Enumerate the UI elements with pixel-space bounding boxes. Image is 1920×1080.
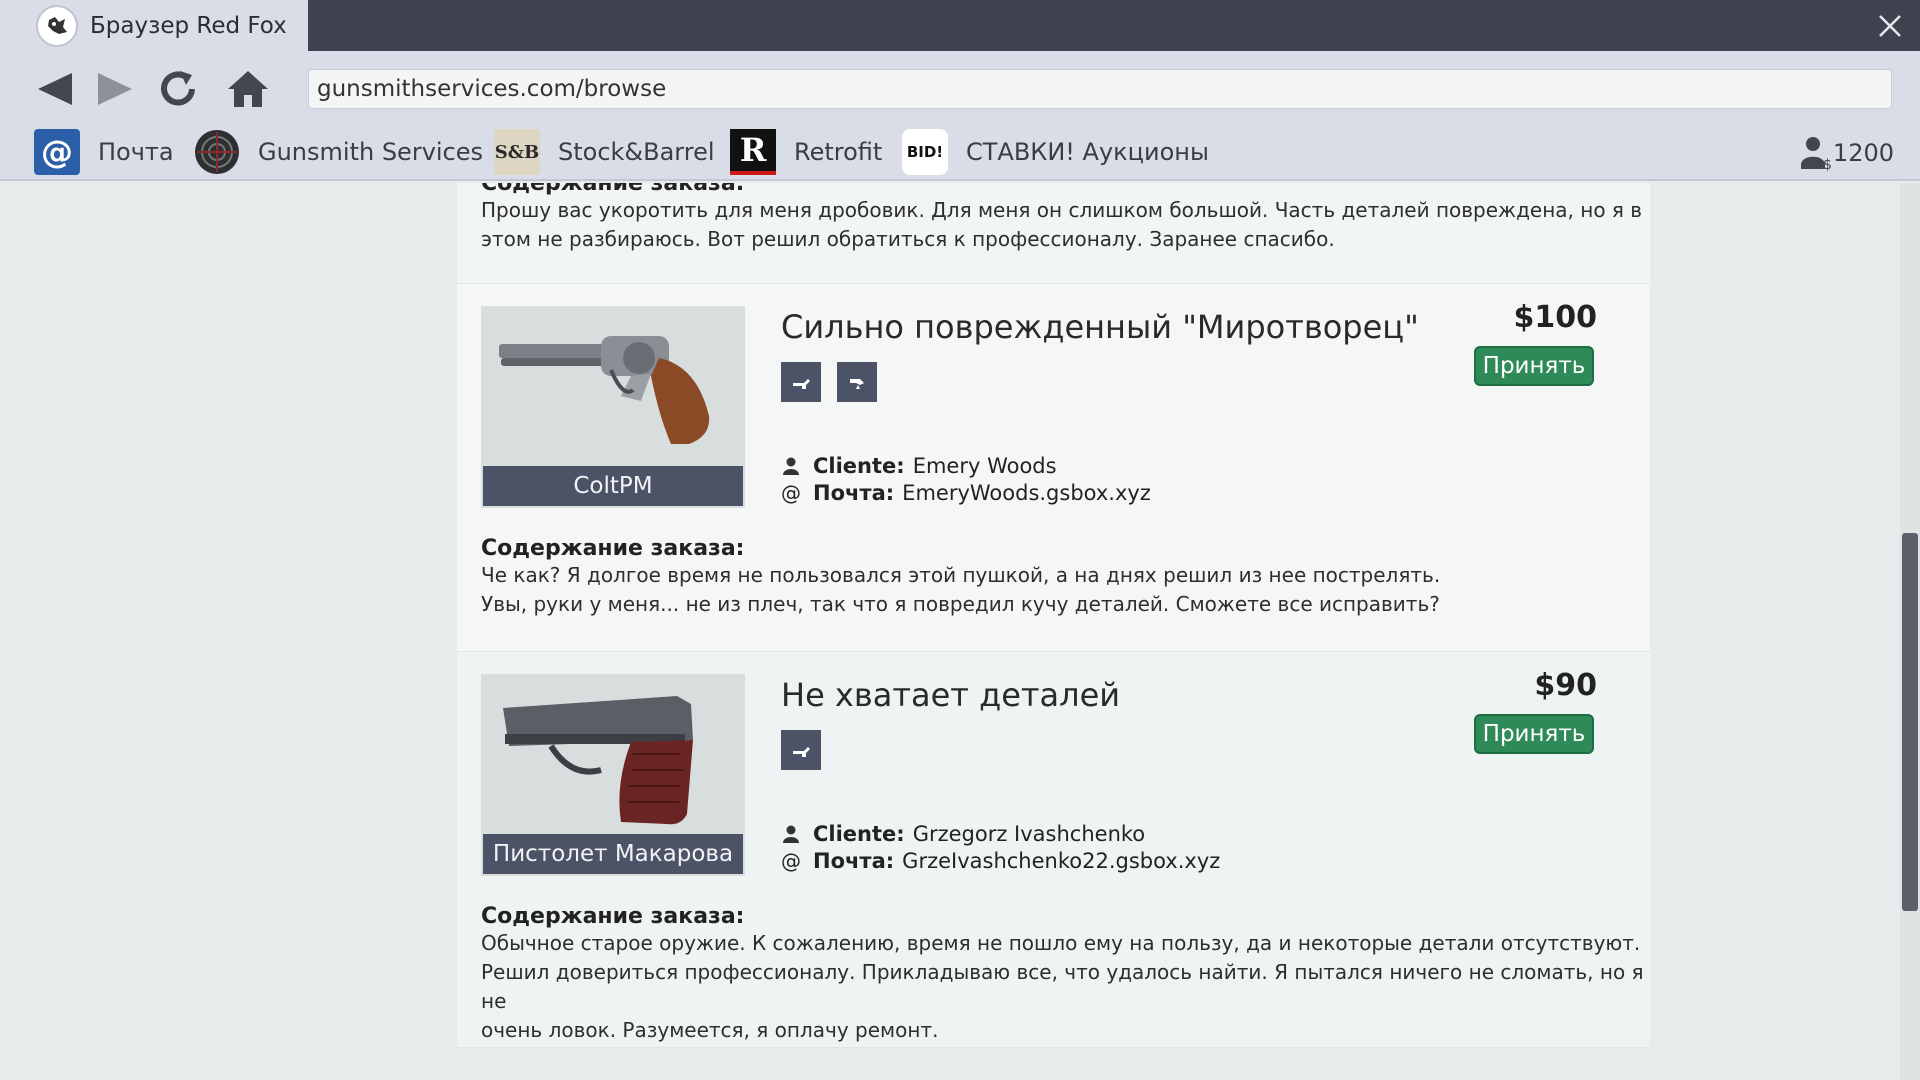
close-icon bbox=[1879, 15, 1901, 37]
browser-tab[interactable]: Браузер Red Fox bbox=[0, 0, 308, 51]
revolver-image bbox=[499, 336, 710, 444]
order-price: $90 bbox=[1534, 668, 1597, 703]
user-money-icon: $ bbox=[1800, 137, 1832, 171]
bookmark-stock-barrel[interactable]: S&B Stock&Barrel bbox=[494, 129, 715, 175]
repair-tool-icon bbox=[781, 730, 821, 770]
bookmark-bid[interactable]: BID! СТАВКИ! Аукционы bbox=[902, 129, 1209, 175]
bookmark-mail[interactable]: @ Почта bbox=[34, 129, 174, 175]
accept-order-button[interactable]: Принять bbox=[1474, 346, 1594, 386]
title-bar: Браузер Red Fox bbox=[0, 0, 1920, 51]
mail-icon: @ bbox=[34, 129, 80, 175]
order-card: Содержание заказа: Прошу вас укоротить д… bbox=[457, 183, 1650, 284]
close-window-button[interactable] bbox=[1870, 6, 1910, 46]
accept-order-button[interactable]: Принять bbox=[1474, 714, 1594, 754]
bookmark-gunsmith[interactable]: Gunsmith Services bbox=[194, 129, 483, 175]
forward-arrow-icon bbox=[98, 73, 132, 105]
address-bar[interactable]: gunsmithservices.com/browse bbox=[308, 69, 1892, 109]
page-content: Содержание заказа: Прошу вас укоротить д… bbox=[0, 183, 1900, 1080]
weapon-thumbnail: Пистолет Макарова bbox=[481, 674, 745, 876]
order-description: Содержание заказа: Че как? Я долгое врем… bbox=[481, 536, 1441, 616]
bookmark-retrofit[interactable]: R Retrofit bbox=[730, 129, 882, 175]
svg-text:$: $ bbox=[1823, 157, 1832, 171]
red-fox-logo-icon bbox=[36, 4, 78, 47]
scrollbar-thumb[interactable] bbox=[1902, 533, 1918, 911]
required-tools bbox=[781, 730, 821, 770]
pistol-image bbox=[503, 696, 693, 825]
orders-feed: Содержание заказа: Прошу вас укоротить д… bbox=[457, 183, 1650, 1048]
disassemble-tool-icon bbox=[837, 362, 877, 402]
order-description: Содержание заказа: Прошу вас укоротить д… bbox=[481, 183, 1643, 251]
home-icon bbox=[228, 71, 268, 107]
retrofit-icon: R bbox=[730, 129, 776, 175]
order-card: Пистолет Макарова Не хватает деталей $90… bbox=[457, 652, 1650, 1048]
order-description: Содержание заказа: Обычное старое оружие… bbox=[481, 904, 1644, 1042]
weapon-name-label: ColtPM bbox=[483, 466, 743, 506]
repair-tool-icon bbox=[781, 362, 821, 402]
at-icon: @ bbox=[781, 481, 801, 505]
reload-icon bbox=[161, 71, 195, 106]
weapon-thumbnail: ColtPM bbox=[481, 306, 745, 508]
gunsmith-icon bbox=[194, 129, 240, 175]
person-icon bbox=[781, 825, 801, 843]
client-info: Cliente: Emery Woods bbox=[781, 454, 1057, 478]
bid-icon: BID! bbox=[902, 129, 948, 175]
order-card: ColtPM Сильно поврежденный "Миротворец" … bbox=[457, 284, 1650, 652]
bookmarks-bar: @ Почта Gunsmith Services S&B Stock&Barr… bbox=[0, 121, 1920, 181]
client-mail: @ Почта: EmeryWoods.gsbox.xyz bbox=[781, 481, 1151, 505]
browser-toolbar: gunsmithservices.com/browse @ Почта Guns… bbox=[0, 51, 1920, 181]
order-title: Не хватает деталей bbox=[781, 676, 1121, 714]
reload-button[interactable] bbox=[156, 67, 200, 111]
tab-title: Браузер Red Fox bbox=[90, 12, 287, 39]
back-button[interactable] bbox=[34, 67, 78, 111]
back-arrow-icon bbox=[38, 73, 72, 105]
required-tools bbox=[781, 362, 877, 402]
client-mail: @ Почта: GrzeIvashchenko22.gsbox.xyz bbox=[781, 849, 1221, 873]
person-icon bbox=[781, 457, 801, 475]
account-balance[interactable]: $ 1200 bbox=[1800, 135, 1894, 171]
home-button[interactable] bbox=[226, 67, 270, 111]
order-price: $100 bbox=[1513, 300, 1598, 335]
page-scrollbar[interactable] bbox=[1900, 183, 1920, 1080]
order-title: Сильно поврежденный "Миротворец" bbox=[781, 308, 1419, 346]
weapon-name-label: Пистолет Макарова bbox=[483, 834, 743, 874]
at-icon: @ bbox=[781, 849, 801, 873]
forward-button[interactable] bbox=[92, 67, 136, 111]
client-info: Cliente: Grzegorz Ivashchenko bbox=[781, 822, 1145, 846]
stock-barrel-icon: S&B bbox=[494, 129, 540, 175]
